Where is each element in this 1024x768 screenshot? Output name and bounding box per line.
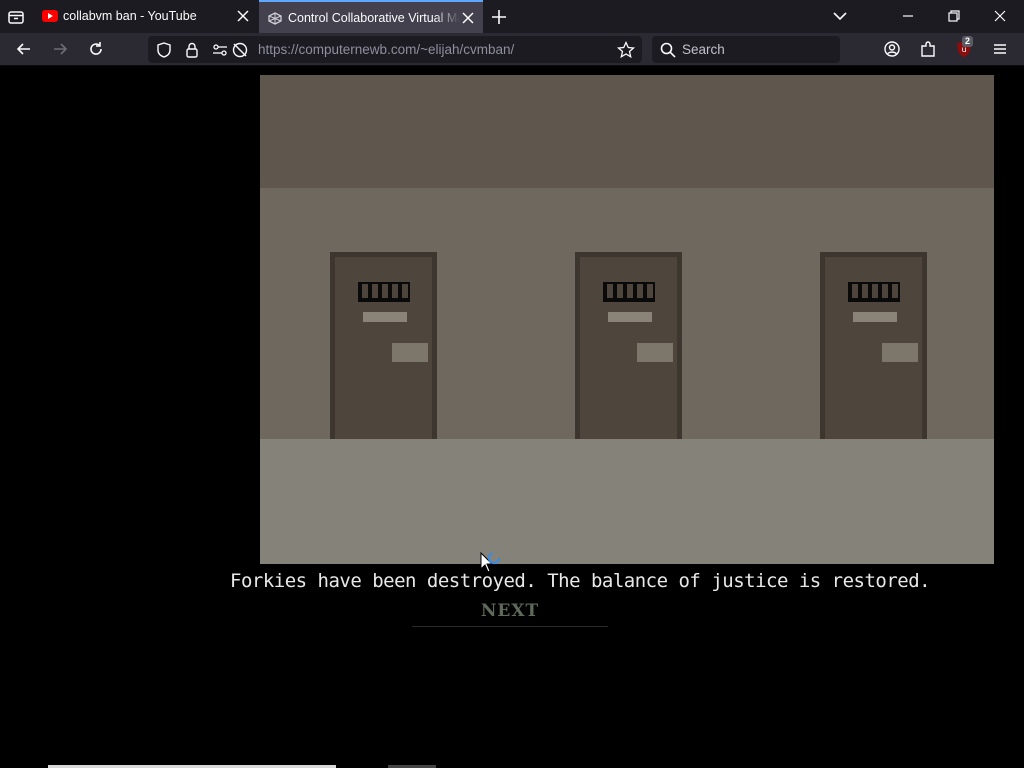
search-input[interactable]: Search (682, 42, 725, 57)
floor (260, 439, 994, 564)
permissions-icon[interactable] (210, 40, 230, 60)
menu-icon[interactable] (990, 39, 1010, 59)
chevron-down-icon[interactable] (832, 9, 848, 23)
game-scene[interactable] (260, 75, 994, 564)
cell-door (330, 252, 437, 439)
search-bar[interactable]: Search (652, 36, 840, 63)
reload-icon[interactable] (86, 39, 106, 59)
autoplay-blocked-icon[interactable] (230, 40, 250, 60)
url-bar[interactable]: https://computernewb.com/~elijah/cvmban/ (148, 36, 642, 63)
tab-title: Control Collaborative Virtual Ma (288, 11, 460, 25)
page-content: Forkies have been destroyed. The balance… (0, 67, 1024, 768)
forward-icon[interactable] (50, 39, 70, 59)
next-button[interactable]: NEXT (412, 601, 608, 627)
back-icon[interactable] (14, 39, 34, 59)
prison-corridor-scene (260, 75, 994, 564)
tab-strip: collabvm ban - YouTube Control Collabora… (0, 0, 1024, 33)
ceiling (260, 75, 994, 188)
tab-collabvm[interactable]: Control Collaborative Virtual Ma (259, 0, 483, 33)
url-host: https://computernewb.com (258, 42, 417, 57)
tracking-protection-icon[interactable] (154, 40, 174, 60)
navigation-toolbar: https://computernewb.com/~elijah/cvmban/… (0, 33, 1024, 66)
window-close-icon[interactable] (992, 9, 1008, 23)
account-icon[interactable] (882, 39, 902, 59)
minimize-icon[interactable] (900, 9, 916, 23)
tab-title: collabvm ban - YouTube (63, 9, 197, 23)
game-caption: Forkies have been destroyed. The balance… (230, 570, 931, 592)
tab-youtube[interactable]: collabvm ban - YouTube (34, 0, 258, 33)
url-path: /~elijah/cvmban/ (416, 42, 515, 57)
restore-icon[interactable] (946, 9, 962, 23)
close-icon[interactable] (461, 11, 475, 25)
cell-door (575, 252, 682, 439)
extensions-icon[interactable] (918, 39, 938, 59)
lock-icon[interactable] (182, 40, 202, 60)
close-icon[interactable] (236, 9, 250, 23)
firefox-view-icon[interactable] (6, 7, 26, 27)
youtube-icon (42, 10, 58, 22)
collabvm-icon (268, 12, 282, 25)
url-text[interactable]: https://computernewb.com/~elijah/cvmban/ (258, 42, 514, 57)
browser-window: collabvm ban - YouTube Control Collabora… (0, 0, 1024, 768)
search-icon (660, 42, 676, 58)
bookmark-star-icon[interactable] (616, 40, 636, 60)
extension-badge: 2 (962, 36, 974, 47)
cell-door (820, 252, 927, 439)
new-tab-icon[interactable] (490, 8, 508, 26)
